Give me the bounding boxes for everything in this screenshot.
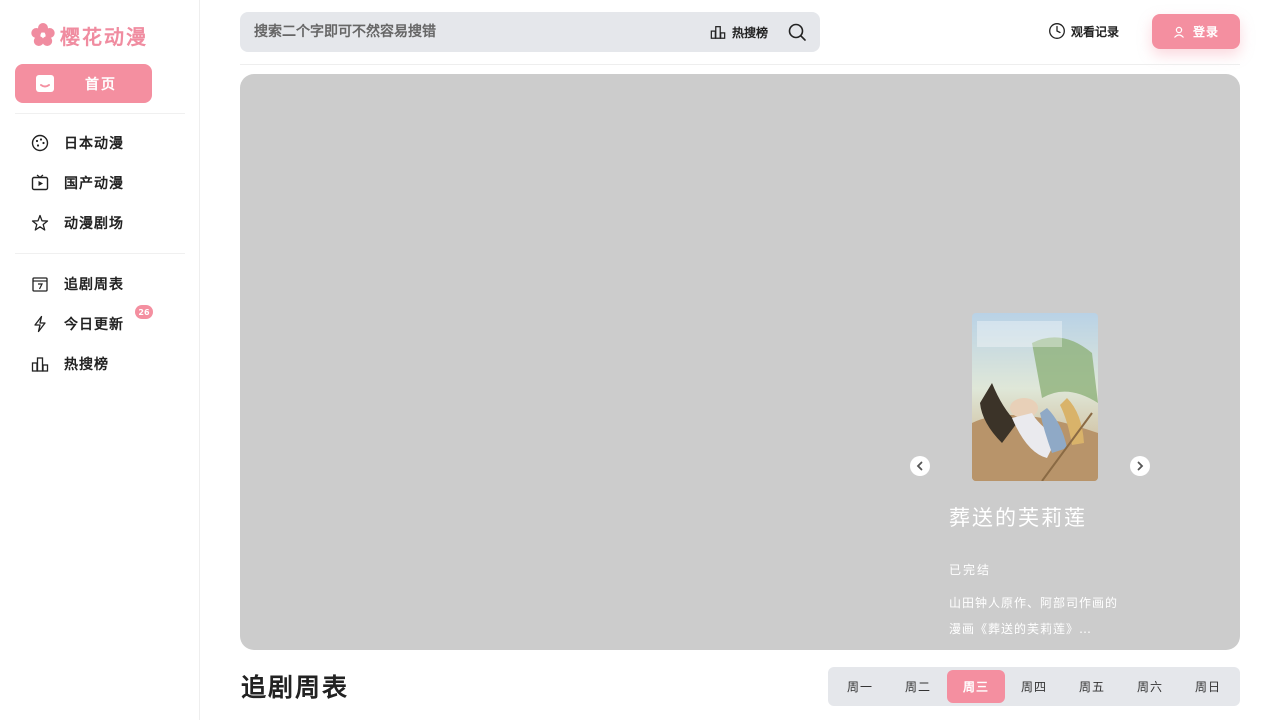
tab-tuesday[interactable]: 周二 (889, 670, 947, 703)
search-bar: 热搜榜 (240, 12, 820, 52)
tab-thursday[interactable]: 周四 (1005, 670, 1063, 703)
sidebar-item-anime-theater[interactable]: 动漫剧场 (30, 209, 180, 237)
search-icon[interactable] (787, 22, 807, 42)
sidebar-item-label: 今日更新 (64, 317, 124, 333)
ranking-icon (710, 26, 726, 39)
chevron-left-icon (916, 461, 923, 471)
poster-image (972, 313, 1098, 481)
anime-poster[interactable] (972, 313, 1098, 481)
banner-description: 山田钟人原作、阿部司作画的漫画《葬送的芙莉莲》… (949, 596, 1119, 636)
banner-title[interactable]: 葬送的芙莉莲 (949, 502, 1087, 532)
tab-saturday[interactable]: 周六 (1121, 670, 1179, 703)
user-icon (1174, 26, 1184, 38)
sidebar-item-chinese-anime[interactable]: 国产动漫 (30, 169, 180, 197)
banner-status: 已完结 (949, 563, 992, 577)
lightning-icon (30, 314, 50, 334)
hot-search-label: 热搜榜 (732, 25, 769, 40)
star-icon (30, 213, 50, 233)
clock-icon (1049, 23, 1065, 39)
app-root: 樱花动漫 首页 日本动漫 国产动漫 动漫剧场 追剧周表 今日更新 26 热搜榜 … (0, 0, 1280, 720)
sidebar: 樱花动漫 首页 日本动漫 国产动漫 动漫剧场 追剧周表 今日更新 26 热搜榜 (0, 0, 200, 720)
logo-text: 樱花动漫 (60, 24, 148, 49)
prev-slide-button[interactable] (910, 456, 930, 476)
watch-history-label: 观看记录 (1071, 24, 1120, 39)
sidebar-item-label: 动漫剧场 (64, 216, 124, 232)
sidebar-item-label: 国产动漫 (64, 176, 124, 192)
watch-history-link[interactable]: 观看记录 (1048, 20, 1119, 42)
next-slide-button[interactable] (1130, 456, 1150, 476)
ranking-icon (30, 354, 50, 374)
tab-sunday[interactable]: 周日 (1179, 670, 1237, 703)
update-count-badge: 26 (135, 305, 153, 319)
chevron-right-icon (1137, 461, 1144, 471)
hot-search-link[interactable]: 热搜榜 (710, 12, 768, 52)
tab-friday[interactable]: 周五 (1063, 670, 1121, 703)
sidebar-item-weekly-schedule[interactable]: 追剧周表 (30, 270, 180, 298)
tab-wednesday[interactable]: 周三 (947, 670, 1005, 703)
search-input[interactable] (254, 12, 694, 52)
schedule-title: 追剧周表 (241, 673, 350, 702)
sidebar-divider (15, 113, 185, 114)
sidebar-item-label: 日本动漫 (64, 136, 124, 152)
sidebar-item-today-updates[interactable]: 今日更新 (30, 310, 180, 338)
weekday-tabs: 周一 周二 周三 周四 周五 周六 周日 (828, 667, 1240, 706)
sidebar-item-label: 热搜榜 (64, 357, 109, 373)
home-icon (36, 75, 54, 92)
hero-banner[interactable]: 葬送的芙莉莲 已完结 山田钟人原作、阿部司作画的漫画《葬送的芙莉莲》… (240, 74, 1240, 650)
palette-icon (30, 133, 50, 153)
site-logo[interactable]: 樱花动漫 (30, 20, 148, 50)
home-label: 首页 (85, 77, 117, 93)
sidebar-divider (15, 253, 185, 254)
calendar-icon (30, 274, 50, 294)
login-label: 登录 (1192, 25, 1219, 39)
home-button[interactable]: 首页 (15, 64, 152, 103)
sidebar-item-label: 追剧周表 (64, 277, 124, 293)
sakura-icon (31, 23, 55, 46)
login-button[interactable]: 登录 (1152, 14, 1240, 49)
tab-monday[interactable]: 周一 (831, 670, 889, 703)
header-divider (240, 64, 1240, 65)
sidebar-item-japanese-anime[interactable]: 日本动漫 (30, 129, 180, 157)
sidebar-item-hot-search[interactable]: 热搜榜 (30, 350, 180, 378)
tv-play-icon (30, 173, 50, 193)
